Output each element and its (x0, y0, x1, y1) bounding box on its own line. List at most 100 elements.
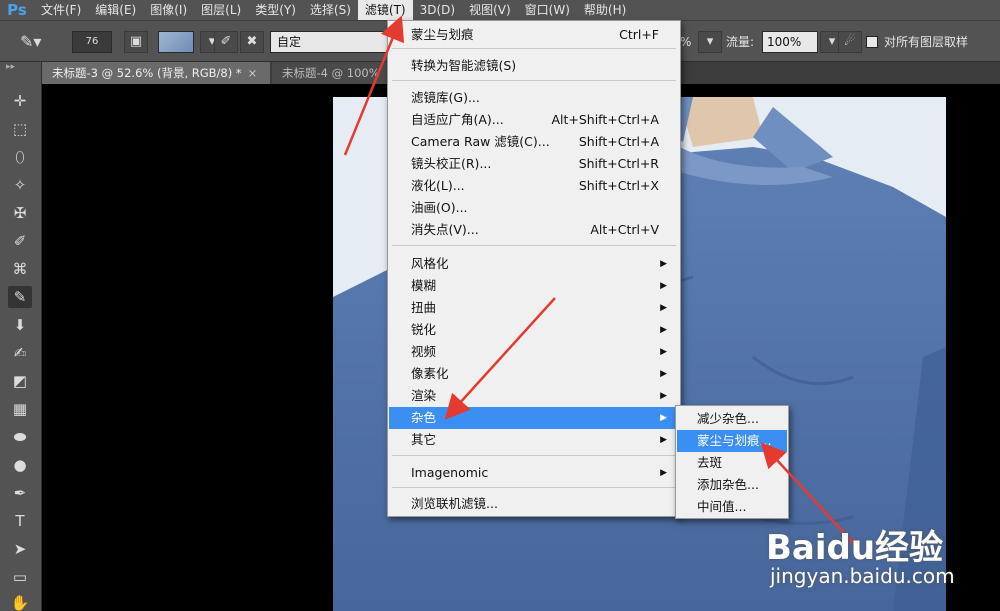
menu-filter[interactable]: 滤镜(T) (357, 0, 413, 20)
menu-window[interactable]: 窗口(W) (518, 0, 577, 20)
menu-bar: Ps 文件(F) 编辑(E) 图像(I) 图层(L) 类型(Y) 选择(S) 滤… (0, 0, 1000, 20)
submenu-arrow-icon: ▶ (660, 468, 667, 478)
menu-separator (392, 455, 676, 456)
filter-last-dust-scratches[interactable]: 蒙尘与划痕 Ctrl+F (389, 24, 679, 46)
menu-separator (392, 48, 676, 49)
filter-render[interactable]: 渲染 ▶ (389, 385, 679, 407)
stamp-tool-icon[interactable]: ⬇ (8, 314, 32, 336)
watermark-logo: Baidu经验 (766, 528, 944, 568)
submenu-arrow-icon: ▶ (660, 347, 667, 357)
filter-pixelate[interactable]: 像素化 ▶ (389, 363, 679, 385)
menu-file[interactable]: 文件(F) (34, 0, 88, 20)
menu-item-label: 油画(O)... (411, 200, 468, 215)
filter-noise[interactable]: 杂色 ▶ (389, 407, 679, 429)
menu-item-label: 镜头校正(R)... (411, 156, 492, 171)
menu-3d[interactable]: 3D(D) (413, 0, 462, 20)
brush-stroke-icon[interactable]: ✐ (214, 31, 238, 53)
menu-item-label: 杂色 (411, 410, 437, 425)
shortcut-text: Shift+Ctrl+X (578, 178, 659, 193)
menu-separator (392, 80, 676, 81)
brush-tool-icon[interactable]: ✎ (8, 286, 32, 308)
close-icon[interactable]: × (248, 66, 258, 80)
filter-convert-smart[interactable]: 转换为智能滤镜(S) (389, 55, 679, 77)
filter-other[interactable]: 其它 ▶ (389, 429, 679, 451)
photoshop-logo: Ps (7, 1, 27, 19)
path-selection-tool-icon[interactable]: ➤ (8, 538, 32, 560)
menu-item-label: 视频 (411, 344, 437, 359)
filter-vanishing-point[interactable]: 消失点(V)... Alt+Ctrl+V (389, 219, 679, 241)
filter-sharpen[interactable]: 锐化 ▶ (389, 319, 679, 341)
shortcut-text: Alt+Shift+Ctrl+A (551, 112, 659, 127)
menu-edit[interactable]: 编辑(E) (88, 0, 143, 20)
opacity-dropdown-icon[interactable]: ▾ (698, 31, 722, 53)
menu-item-label: 其它 (411, 432, 437, 447)
type-tool-icon[interactable]: T (8, 510, 32, 532)
menu-item-label: Camera Raw 滤镜(C)... (411, 134, 550, 149)
filter-gallery[interactable]: 滤镜库(G)... (389, 87, 679, 109)
cross-tool-icon[interactable]: ✖ (240, 31, 264, 53)
filter-browse-online[interactable]: 浏览联机滤镜... (389, 493, 679, 515)
tab-label: 未标题-3 @ 52.6% (背景, RGB/8) * (52, 66, 242, 80)
blur-tool-icon[interactable]: ⬬ (8, 426, 32, 448)
menu-view[interactable]: 视图(V) (462, 0, 518, 20)
menu-layer[interactable]: 图层(L) (194, 0, 248, 20)
pen-tool-icon[interactable]: ✒ (8, 482, 32, 504)
pattern-swatch[interactable] (158, 31, 194, 53)
menu-select[interactable]: 选择(S) (303, 0, 358, 20)
mode-select[interactable]: 自定 (270, 31, 390, 53)
eyedropper-tool-icon[interactable]: ✐ (8, 230, 32, 252)
tab-document-3[interactable]: 未标题-3 @ 52.6% (背景, RGB/8) * × (42, 62, 270, 84)
filter-stylize[interactable]: 风格化 ▶ (389, 253, 679, 275)
filter-video[interactable]: 视频 ▶ (389, 341, 679, 363)
flow-input[interactable]: 100% (762, 31, 818, 53)
menu-item-label: 自适应广角(A)... (411, 112, 504, 127)
filter-blur[interactable]: 模糊 ▶ (389, 275, 679, 297)
crop-tool-icon[interactable]: ✠ (8, 202, 32, 224)
menu-item-label: 滤镜库(G)... (411, 90, 480, 105)
menu-item-label: 浏览联机滤镜... (411, 496, 498, 511)
history-brush-tool-icon[interactable]: ✍ (8, 342, 32, 364)
move-tool-icon[interactable]: ✛ (8, 90, 32, 112)
gradient-tool-icon[interactable]: ▦ (8, 398, 32, 420)
filter-liquify[interactable]: 液化(L)... Shift+Ctrl+X (389, 175, 679, 197)
panel-grip-icon[interactable]: ▸▸ (0, 62, 41, 74)
healing-tool-icon[interactable]: ⌘ (8, 258, 32, 280)
tab-document-4[interactable]: 未标题-4 @ 100% (272, 62, 388, 84)
hand-tool-icon[interactable]: ✋ (8, 592, 32, 611)
marquee-tool-icon[interactable]: ⬚ (8, 118, 32, 140)
menu-item-label: 锐化 (411, 322, 437, 337)
brush-size-picker[interactable]: 76 (72, 31, 112, 53)
menu-item-label: 消失点(V)... (411, 222, 479, 237)
submenu-arrow-icon: ▶ (660, 435, 667, 445)
brush-panel-icon[interactable]: ▣ (124, 31, 148, 53)
menu-separator (392, 245, 676, 246)
menu-help[interactable]: 帮助(H) (577, 0, 633, 20)
noise-reduce-noise[interactable]: 减少杂色... (677, 408, 787, 430)
dodge-tool-icon[interactable]: ● (8, 454, 32, 476)
filter-adaptive-wide-angle[interactable]: 自适应广角(A)... Alt+Shift+Ctrl+A (389, 109, 679, 131)
filter-oil-paint[interactable]: 油画(O)... (389, 197, 679, 219)
airbrush-icon[interactable]: ☄ (838, 31, 862, 53)
magic-wand-tool-icon[interactable]: ✧ (8, 174, 32, 196)
menu-image[interactable]: 图像(I) (143, 0, 194, 20)
filter-lens-correction[interactable]: 镜头校正(R)... Shift+Ctrl+R (389, 153, 679, 175)
noise-despeckle[interactable]: 去斑 (677, 452, 787, 474)
filter-imagenomic[interactable]: Imagenomic ▶ (389, 462, 679, 484)
tools-panel: ▸▸ ✛ ⬚ ⬯ ✧ ✠ ✐ ⌘ ✎ ⬇ ✍ ◩ ▦ ⬬ ● ✒ T ➤ ▭ ✋ (0, 62, 42, 611)
tab-label: 未标题-4 @ 100% (282, 66, 380, 80)
rectangle-tool-icon[interactable]: ▭ (8, 566, 32, 588)
sample-all-layers-checkbox[interactable] (866, 36, 878, 48)
sample-all-layers-label: 对所有图层取样 (884, 35, 969, 49)
noise-dust-scratches[interactable]: 蒙尘与划痕... (677, 430, 787, 452)
filter-camera-raw[interactable]: Camera Raw 滤镜(C)... Shift+Ctrl+A (389, 131, 679, 153)
brush-tool-icon[interactable]: ✎▾ (20, 31, 50, 53)
menu-type[interactable]: 类型(Y) (248, 0, 303, 20)
eraser-tool-icon[interactable]: ◩ (8, 370, 32, 392)
lasso-tool-icon[interactable]: ⬯ (8, 146, 32, 168)
submenu-arrow-icon: ▶ (660, 281, 667, 291)
menu-item-label: 液化(L)... (411, 178, 465, 193)
noise-add-noise[interactable]: 添加杂色... (677, 474, 787, 496)
submenu-arrow-icon: ▶ (660, 369, 667, 379)
watermark-url: jingyan.baidu.com (770, 564, 955, 588)
filter-distort[interactable]: 扭曲 ▶ (389, 297, 679, 319)
